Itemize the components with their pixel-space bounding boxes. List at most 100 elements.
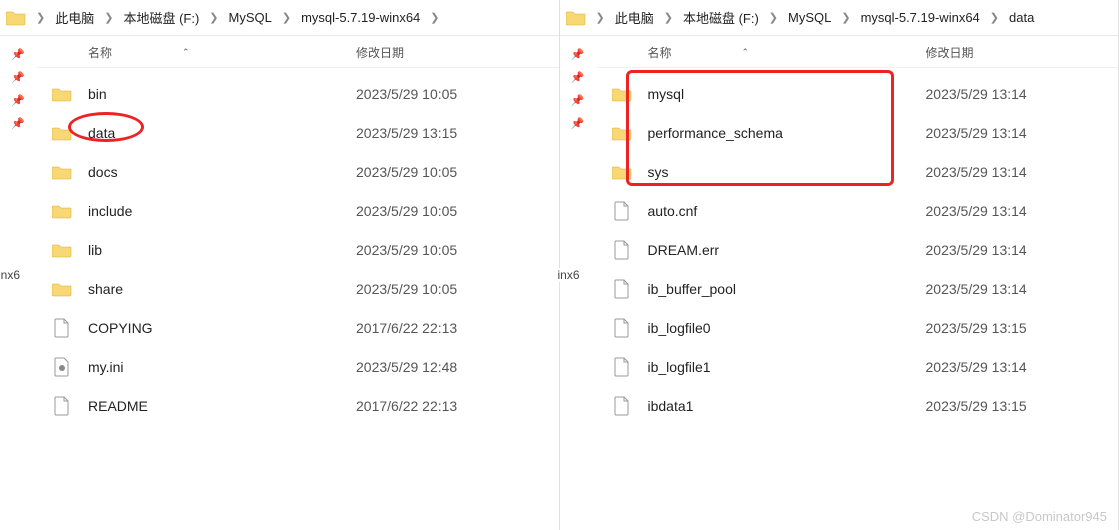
item-name: ib_logfile0 (648, 320, 926, 336)
folder-icon (36, 125, 88, 141)
breadcrumb-item[interactable]: data (1007, 8, 1036, 27)
item-date: 2023/5/29 10:05 (356, 164, 559, 180)
file-icon (36, 318, 88, 338)
list-item[interactable]: ib_logfile02023/5/29 13:15 (596, 308, 1119, 347)
folder-icon (36, 242, 88, 258)
item-name: ibdata1 (648, 398, 926, 414)
item-date: 2023/5/29 10:05 (356, 242, 559, 258)
breadcrumb[interactable]: ❯ 此电脑 ❯ 本地磁盘 (F:) ❯ MySQL ❯ mysql-5.7.19… (560, 0, 1119, 36)
breadcrumb[interactable]: ❯ 此电脑 ❯ 本地磁盘 (F:) ❯ MySQL ❯ mysql-5.7.19… (0, 0, 559, 36)
pin-icon[interactable]: 📌 (571, 117, 585, 130)
folder-icon (596, 86, 648, 102)
chevron-right-icon: ❯ (100, 11, 117, 24)
file-icon (596, 318, 648, 338)
list-item[interactable]: mysql2023/5/29 13:14 (596, 74, 1119, 113)
file-icon (596, 396, 648, 416)
file-list[interactable]: mysql2023/5/29 13:14performance_schema20… (596, 68, 1119, 530)
item-date: 2023/5/29 13:14 (926, 242, 1119, 258)
folder-icon (36, 86, 88, 102)
breadcrumb-item[interactable]: MySQL (227, 8, 274, 27)
list-item[interactable]: sys2023/5/29 13:14 (596, 152, 1119, 191)
breadcrumb-item[interactable]: mysql-5.7.19-winx64 (299, 8, 422, 27)
list-item[interactable]: ibdata12023/5/29 13:15 (596, 386, 1119, 425)
list-item[interactable]: include2023/5/29 10:05 (36, 191, 559, 230)
breadcrumb-item[interactable]: mysql-5.7.19-winx64 (859, 8, 982, 27)
pin-icon[interactable]: 📌 (571, 94, 585, 107)
list-item[interactable]: COPYING2017/6/22 22:13 (36, 308, 559, 347)
pin-icon[interactable]: 📌 (11, 94, 25, 107)
pin-icon[interactable]: 📌 (571, 71, 585, 84)
file-list-area: 名称 ⌃ 修改日期 bin2023/5/29 10:05data2023/5/2… (36, 36, 559, 530)
explorer-pane-left: ❯ 此电脑 ❯ 本地磁盘 (F:) ❯ MySQL ❯ mysql-5.7.19… (0, 0, 560, 530)
explorer-pane-right: ❯ 此电脑 ❯ 本地磁盘 (F:) ❯ MySQL ❯ mysql-5.7.19… (560, 0, 1119, 530)
item-date: 2023/5/29 13:14 (926, 164, 1119, 180)
item-name: share (88, 281, 356, 297)
item-name: DREAM.err (648, 242, 926, 258)
column-headers[interactable]: 名称 ⌃ 修改日期 (36, 38, 559, 68)
list-item[interactable]: share2023/5/29 10:05 (36, 269, 559, 308)
list-item[interactable]: data2023/5/29 13:15 (36, 113, 559, 152)
breadcrumb-item[interactable]: 本地磁盘 (F:) (121, 6, 201, 29)
pin-icon[interactable]: 📌 (11, 71, 25, 84)
item-name: ib_logfile1 (648, 359, 926, 375)
folder-icon (596, 164, 648, 180)
breadcrumb-item[interactable]: 本地磁盘 (F:) (681, 6, 761, 29)
item-date: 2017/6/22 22:13 (356, 398, 559, 414)
folder-icon (596, 125, 648, 141)
chevron-right-icon: ❯ (765, 11, 782, 24)
chevron-right-icon: ❯ (660, 11, 677, 24)
list-item[interactable]: bin2023/5/29 10:05 (36, 74, 559, 113)
item-name: sys (648, 164, 926, 180)
chevron-right-icon: ❯ (205, 11, 222, 24)
breadcrumb-item[interactable]: 此电脑 (53, 6, 96, 29)
column-headers[interactable]: 名称 ⌃ 修改日期 (596, 38, 1119, 68)
folder-icon (6, 10, 26, 26)
item-name: README (88, 398, 356, 414)
list-item[interactable]: ib_buffer_pool2023/5/29 13:14 (596, 269, 1119, 308)
list-item[interactable]: my.ini2023/5/29 12:48 (36, 347, 559, 386)
watermark: CSDN @Dominator945 (972, 509, 1107, 524)
list-item[interactable]: README2017/6/22 22:13 (36, 386, 559, 425)
item-date: 2023/5/29 13:14 (926, 125, 1119, 141)
folder-icon (36, 164, 88, 180)
breadcrumb-item[interactable]: 此电脑 (613, 6, 656, 29)
list-item[interactable]: DREAM.err2023/5/29 13:14 (596, 230, 1119, 269)
item-date: 2023/5/29 13:15 (356, 125, 559, 141)
breadcrumb-item[interactable]: MySQL (786, 8, 833, 27)
folder-icon (36, 203, 88, 219)
file-icon (36, 357, 88, 377)
side-truncated-label: inx6 (0, 268, 20, 282)
pin-icon[interactable]: 📌 (11, 48, 25, 61)
file-list-area: 名称 ⌃ 修改日期 mysql2023/5/29 13:14performanc… (596, 36, 1119, 530)
item-name: my.ini (88, 359, 356, 375)
item-date: 2023/5/29 12:48 (356, 359, 559, 375)
list-item[interactable]: performance_schema2023/5/29 13:14 (596, 113, 1119, 152)
column-header-date[interactable]: 修改日期 (926, 44, 1119, 61)
column-header-name[interactable]: 名称 (648, 44, 672, 61)
content-area: 📌 📌 📌 📌 inx6 名称 ⌃ 修改日期 bin2023/5/29 10:0… (0, 36, 559, 530)
file-icon (36, 396, 88, 416)
column-header-date[interactable]: 修改日期 (356, 44, 559, 61)
item-date: 2023/5/29 13:14 (926, 359, 1119, 375)
chevron-right-icon: ❯ (592, 11, 609, 24)
item-name: lib (88, 242, 356, 258)
list-item[interactable]: lib2023/5/29 10:05 (36, 230, 559, 269)
list-item[interactable]: ib_logfile12023/5/29 13:14 (596, 347, 1119, 386)
content-area: 📌 📌 📌 📌 inx6 名称 ⌃ 修改日期 mysql2023/5/29 13… (560, 36, 1119, 530)
quick-access-column: 📌 📌 📌 📌 (0, 36, 36, 530)
column-header-name[interactable]: 名称 (88, 44, 112, 61)
item-date: 2023/5/29 10:05 (356, 86, 559, 102)
sort-indicator-icon: ⌃ (182, 47, 190, 58)
file-icon (596, 240, 648, 260)
list-item[interactable]: docs2023/5/29 10:05 (36, 152, 559, 191)
pin-icon[interactable]: 📌 (571, 48, 585, 61)
chevron-right-icon: ❯ (426, 11, 443, 24)
item-date: 2023/5/29 13:15 (926, 398, 1119, 414)
side-truncated-label: inx6 (558, 268, 580, 282)
chevron-right-icon: ❯ (986, 11, 1003, 24)
list-item[interactable]: auto.cnf2023/5/29 13:14 (596, 191, 1119, 230)
pin-icon[interactable]: 📌 (11, 117, 25, 130)
item-name: auto.cnf (648, 203, 926, 219)
item-date: 2023/5/29 13:14 (926, 86, 1119, 102)
file-list[interactable]: bin2023/5/29 10:05data2023/5/29 13:15doc… (36, 68, 559, 530)
